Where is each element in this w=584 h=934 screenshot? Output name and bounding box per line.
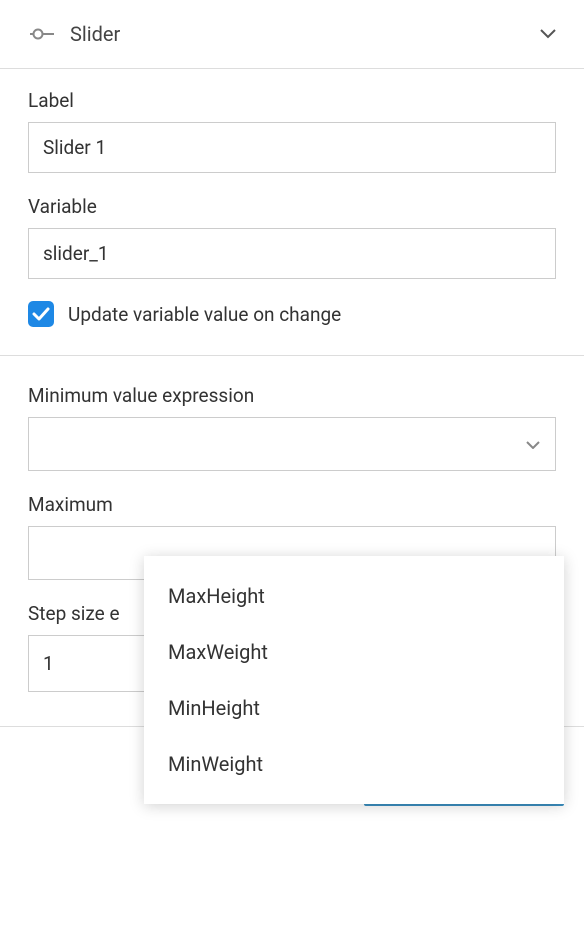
dropdown-item[interactable]: MinWeight xyxy=(144,736,564,792)
label-input[interactable] xyxy=(28,122,556,173)
variable-field-group: Variable xyxy=(28,195,556,279)
dropdown-item[interactable]: MaxWeight xyxy=(144,624,564,680)
label-caption: Label xyxy=(28,89,556,112)
update-on-change-row: Update variable value on change xyxy=(28,301,556,327)
update-on-change-label: Update variable value on change xyxy=(68,303,341,326)
slider-icon xyxy=(28,20,56,48)
min-expr-group: Minimum value expression xyxy=(28,384,556,471)
dropdown-item[interactable]: MaxHeight xyxy=(144,568,564,624)
autocomplete-dropdown: MaxHeight MaxWeight MinHeight MinWeight xyxy=(144,556,564,804)
max-expr-caption: Maximum xyxy=(28,493,556,516)
min-expr-select[interactable] xyxy=(28,417,556,471)
update-on-change-checkbox[interactable] xyxy=(28,301,54,327)
collapse-caret-icon[interactable] xyxy=(540,24,556,44)
panel-header: Slider xyxy=(0,0,584,68)
variable-caption: Variable xyxy=(28,195,556,218)
min-expr-caption: Minimum value expression xyxy=(28,384,556,407)
label-field-group: Label xyxy=(28,89,556,173)
panel-title: Slider xyxy=(70,22,540,46)
variable-input[interactable] xyxy=(28,228,556,279)
dropdown-item[interactable]: MinHeight xyxy=(144,680,564,736)
